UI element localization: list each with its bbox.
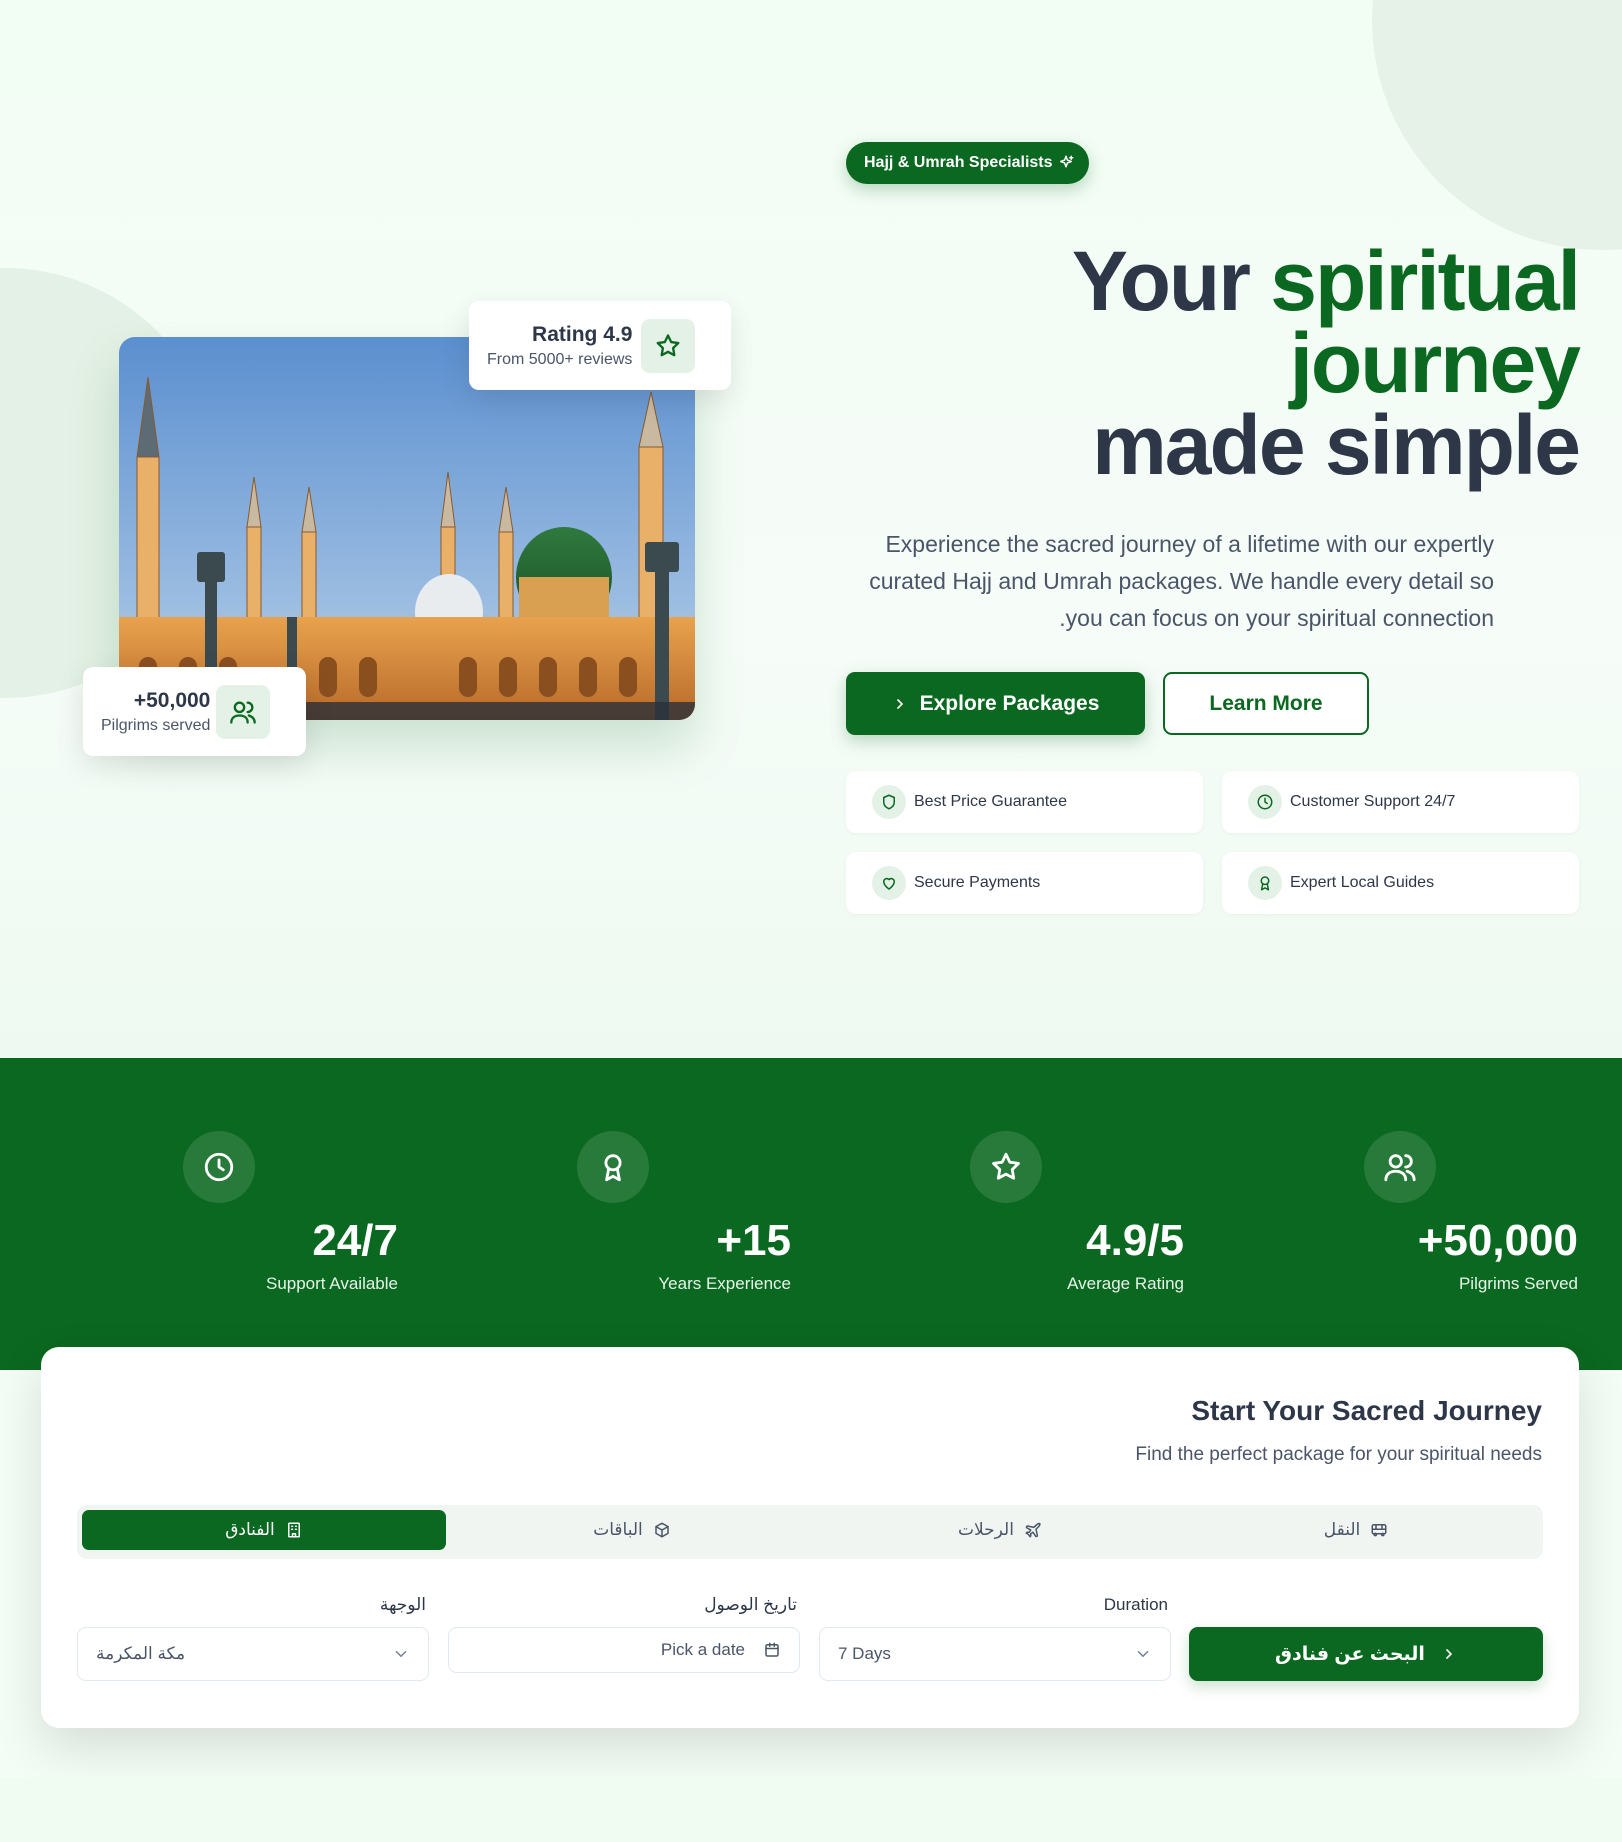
chevron-down-icon xyxy=(395,1651,407,1657)
search-hotels-button[interactable]: البحث عن فنادق xyxy=(1189,1627,1543,1681)
pilgrims-card: +50,000 Pilgrims served xyxy=(83,667,306,756)
arrival-date-label: تاريخ الوصول xyxy=(704,1595,797,1614)
chevron-down-icon xyxy=(1137,1651,1149,1657)
mosque-illustration xyxy=(119,337,695,720)
destination-select[interactable]: مكة المكرمة xyxy=(77,1627,429,1681)
explore-packages-button[interactable]: Explore Packages xyxy=(846,672,1145,735)
search-card: Start Your Sacred Journey Find the perfe… xyxy=(41,1347,1579,1728)
stats-section: 24/7 Support Available +15 Years Experie… xyxy=(0,1058,1622,1370)
stat-value: 4.9/5 xyxy=(1086,1216,1184,1265)
bus-icon xyxy=(1371,1524,1387,1537)
hero-section: Hajj & Umrah Specialists Your spiritual … xyxy=(0,0,1622,1058)
mosque-image xyxy=(119,337,695,720)
tab-hotels[interactable]: الفنادق xyxy=(82,1510,446,1550)
destination-label: الوجهة xyxy=(379,1595,426,1614)
hero-description: Experience the sacred journey of a lifet… xyxy=(869,531,1494,631)
tab-flights[interactable]: الرحلات xyxy=(818,1510,1182,1550)
clock-icon xyxy=(1248,785,1282,819)
feature-support: Customer Support 24/7 xyxy=(1222,771,1579,833)
calendar-icon xyxy=(765,1642,779,1657)
heart-icon xyxy=(872,866,906,900)
tab-transport[interactable]: النقل xyxy=(1174,1510,1538,1550)
decorative-circle xyxy=(1372,0,1622,250)
tab-packages[interactable]: الباقات xyxy=(450,1510,814,1550)
duration-label: Duration xyxy=(1103,1595,1168,1614)
chevron-right-icon xyxy=(896,698,903,709)
star-icon xyxy=(641,318,695,373)
package-icon xyxy=(655,1522,669,1538)
stat-value: +50,000 xyxy=(1417,1216,1578,1265)
feature-local-guides: Expert Local Guides xyxy=(1222,852,1579,914)
star-icon xyxy=(970,1131,1042,1203)
plane-icon xyxy=(1025,1522,1041,1538)
stat-label: Average Rating xyxy=(1067,1274,1184,1293)
award-icon xyxy=(577,1131,649,1203)
duration-select[interactable]: 7 Days xyxy=(819,1627,1171,1681)
feature-best-price: Best Price Guarantee xyxy=(846,771,1203,833)
hotel-icon xyxy=(287,1522,300,1538)
search-title: Start Your Sacred Journey xyxy=(1191,1395,1542,1426)
sparkles-icon xyxy=(1059,155,1074,168)
learn-more-button[interactable]: Learn More xyxy=(1163,672,1369,735)
next-section-band xyxy=(0,1778,1622,1842)
chevron-right-icon xyxy=(1446,1649,1452,1659)
stat-value: +15 xyxy=(716,1216,791,1265)
stat-value: 24/7 xyxy=(312,1216,398,1265)
users-icon xyxy=(1364,1131,1436,1203)
arrival-date-picker[interactable]: Pick a date xyxy=(448,1627,800,1673)
search-tabs: الفنادق الباقات الرحلات النقل xyxy=(77,1505,1543,1559)
stat-label: Support Available xyxy=(265,1274,398,1293)
rating-card: Rating 4.9 From 5000+ reviews xyxy=(469,301,731,390)
clock-icon xyxy=(183,1131,255,1203)
users-icon xyxy=(216,684,270,739)
feature-secure-payments: Secure Payments xyxy=(846,852,1203,914)
stat-label: Pilgrims Served xyxy=(1458,1274,1578,1293)
search-subtitle: Find the perfect package for your spirit… xyxy=(1135,1444,1542,1465)
stat-label: Years Experience xyxy=(658,1274,791,1293)
hero-headline: Your spiritual journey made simple xyxy=(1071,234,1581,492)
specialists-badge: Hajj & Umrah Specialists xyxy=(846,142,1089,184)
award-icon xyxy=(1248,866,1282,900)
shield-icon xyxy=(872,785,906,819)
